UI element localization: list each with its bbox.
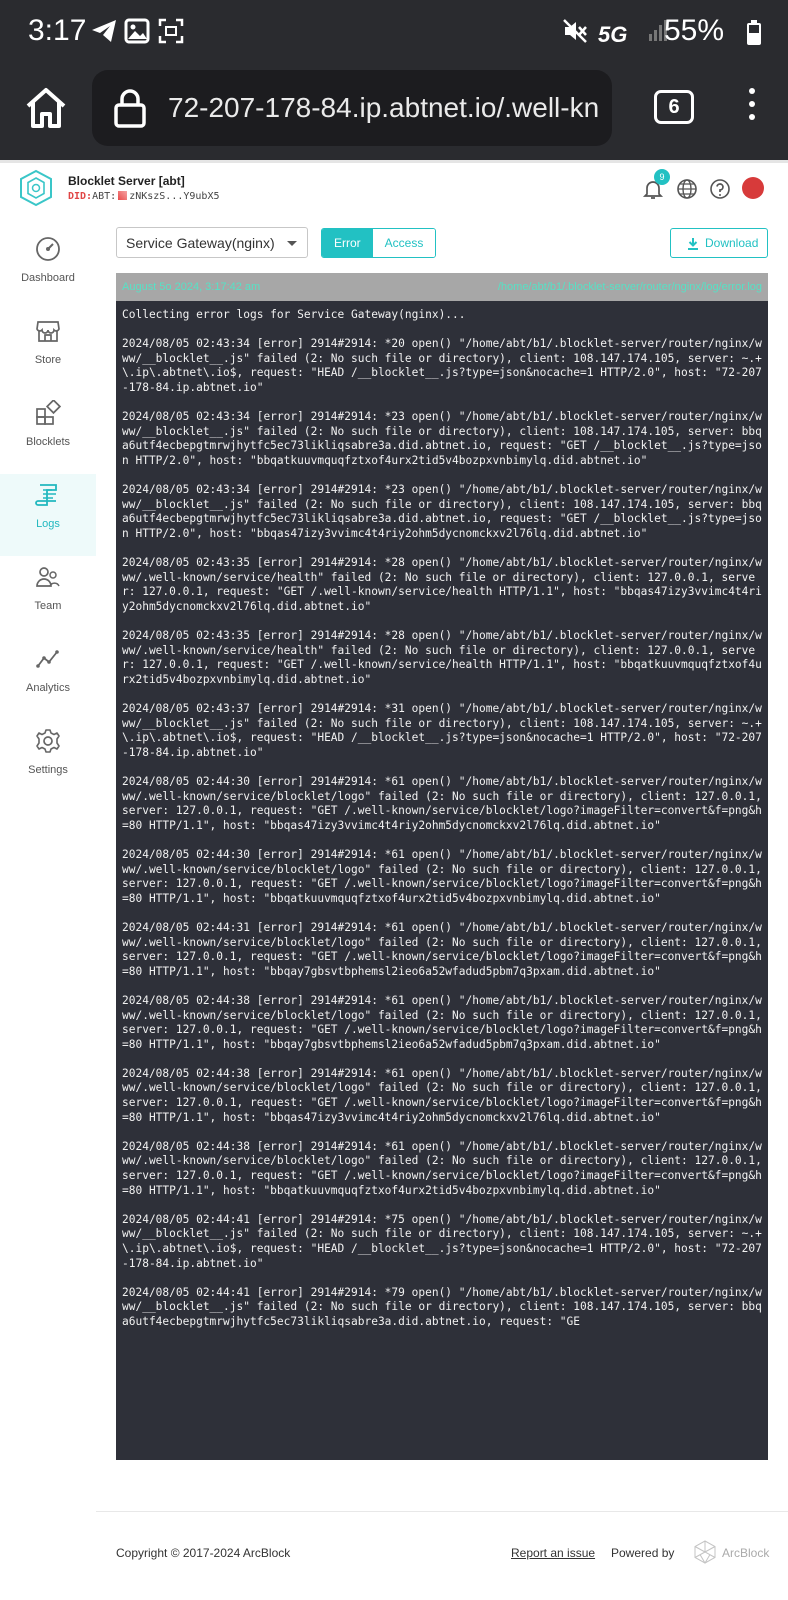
log-type-toggle: Error Access <box>321 228 437 258</box>
log-entry: 2024/08/05 02:44:41 [error] 2914#2914: *… <box>122 1285 762 1328</box>
store-icon <box>36 321 60 342</box>
log-entry: 2024/08/05 02:44:38 [error] 2914#2914: *… <box>122 1139 768 1197</box>
log-entry: 2024/08/05 02:43:34 [error] 2914#2914: *… <box>122 337 762 394</box>
browser-toolbar: 72-207-178-84.ip.abtnet.io/.well-kn 6 <box>0 66 788 160</box>
sidebar-item-label: Team <box>34 600 62 612</box>
home-icon[interactable] <box>22 84 70 132</box>
lock-icon <box>114 89 146 128</box>
dropdown-caret-icon <box>287 241 297 246</box>
sidebar: Dashboard Store Blocklets Logs Team Anal… <box>0 218 96 818</box>
gallery-icon <box>124 18 150 44</box>
screenshot-icon <box>158 18 184 44</box>
log-entry: 2024/08/05 02:43:35 [error] 2914#2914: *… <box>122 556 762 613</box>
dashboard-icon <box>36 237 60 261</box>
log-entry: 2024/08/05 02:44:38 [error] 2914#2914: *… <box>122 993 768 1051</box>
report-issue-link[interactable]: Report an issue <box>511 1546 595 1560</box>
log-entry: 2024/08/05 02:43:34 [error] 2914#2914: *… <box>122 483 762 540</box>
sidebar-item-label: Analytics <box>25 682 71 694</box>
did-value: zNKszS...Y9ubX5 <box>129 191 220 202</box>
notification-badge: 9 <box>654 169 670 185</box>
log-file-path: /home/abt/b1/.blocklet-server/router/ngi… <box>497 281 762 293</box>
log-entry: 2024/08/05 02:43:34 [error] 2914#2914: *… <box>122 410 762 467</box>
log-entry: 2024/08/05 02:44:30 [error] 2914#2914: *… <box>122 847 768 905</box>
address-bar[interactable]: 72-207-178-84.ip.abtnet.io/.well-kn <box>92 70 612 146</box>
error-log-button[interactable]: Error <box>322 229 373 257</box>
log-entry: 2024/08/05 02:44:38 [error] 2914#2914: *… <box>122 1066 768 1124</box>
analytics-icon <box>36 650 59 668</box>
arcblock-logo[interactable] <box>694 1540 716 1564</box>
access-log-button[interactable]: Access <box>372 229 436 257</box>
battery-percent: 55% <box>663 14 724 47</box>
help-icon[interactable] <box>708 177 732 201</box>
did-avatar <box>118 191 128 200</box>
sidebar-item-logs[interactable]: Logs <box>0 474 96 556</box>
log-header: August 5o 2024, 3:17:42 am /home/abt/b1/… <box>116 273 768 301</box>
did-prefix: DID: <box>68 191 93 202</box>
log-entry: 2024/08/05 02:44:30 [error] 2914#2914: *… <box>122 775 768 832</box>
log-date: August 5o 2024, 3:17:42 am <box>122 281 261 293</box>
powered-by-text: Powered by <box>611 1546 675 1560</box>
logs-icon <box>35 484 57 506</box>
log-entry: 2024/08/05 02:44:31 [error] 2914#2914: *… <box>122 920 768 978</box>
service-gateway-value: Service Gateway(nginx) <box>126 235 275 251</box>
blocklets-icon <box>36 400 61 425</box>
globe-icon[interactable] <box>675 177 699 201</box>
download-icon <box>688 238 698 250</box>
mute-icon <box>563 19 587 43</box>
network-type: 5G <box>598 22 628 47</box>
server-title: Blocklet Server [abt] <box>68 174 185 188</box>
sidebar-item-team[interactable]: Team <box>0 556 96 638</box>
copyright-text: Copyright © 2017-2024 ArcBlock <box>116 1546 291 1560</box>
log-intro: Collecting error logs for Service Gatewa… <box>122 308 466 321</box>
sidebar-item-label: Dashboard <box>21 272 75 284</box>
app-header: Blocklet Server [abt] DID:ABT: zNKszS...Y… <box>0 160 788 218</box>
log-output[interactable]: Collecting error logs for Service Gatewa… <box>116 301 768 1460</box>
service-gateway-select[interactable]: Service Gateway(nginx) <box>116 227 308 258</box>
sidebar-item-label: Store <box>34 354 62 366</box>
team-icon <box>36 567 60 587</box>
sidebar-item-label: Settings <box>28 764 68 776</box>
log-entry: 2024/08/05 02:43:35 [error] 2914#2914: *… <box>122 629 762 686</box>
download-label: Download <box>705 236 759 250</box>
arcblock-brand: ArcBlock <box>722 1546 770 1560</box>
url-text: 72-207-178-84.ip.abtnet.io/.well-kn <box>168 92 600 123</box>
status-bar: 3:17 5G 55% <box>0 0 788 66</box>
sidebar-item-blocklets[interactable]: Blocklets <box>0 392 96 474</box>
sidebar-item-label: Logs <box>36 518 60 530</box>
log-entry: 2024/08/05 02:44:41 [error] 2914#2914: *… <box>122 1212 762 1270</box>
settings-icon <box>36 729 60 753</box>
user-avatar[interactable] <box>742 177 764 199</box>
sidebar-item-settings[interactable]: Settings <box>0 720 96 802</box>
telegram-icon <box>92 20 116 42</box>
tab-count-button[interactable]: 6 <box>654 90 694 124</box>
blocklet-server-logo <box>20 169 52 207</box>
did-type: ABT: <box>92 191 117 202</box>
footer-divider <box>96 1511 788 1512</box>
sidebar-item-store[interactable]: Store <box>0 310 96 392</box>
sidebar-item-label: Blocklets <box>25 436 71 448</box>
sidebar-item-analytics[interactable]: Analytics <box>0 638 96 720</box>
battery-icon <box>747 20 761 45</box>
download-button[interactable]: Download <box>670 228 768 258</box>
log-entry: 2024/08/05 02:43:37 [error] 2914#2914: *… <box>122 702 762 759</box>
browser-menu-button[interactable] <box>748 88 756 128</box>
status-time: 3:17 <box>28 14 87 47</box>
sidebar-item-dashboard[interactable]: Dashboard <box>0 228 96 310</box>
did-address[interactable]: DID:ABT: zNKszS...Y9ubX5 <box>68 191 220 202</box>
